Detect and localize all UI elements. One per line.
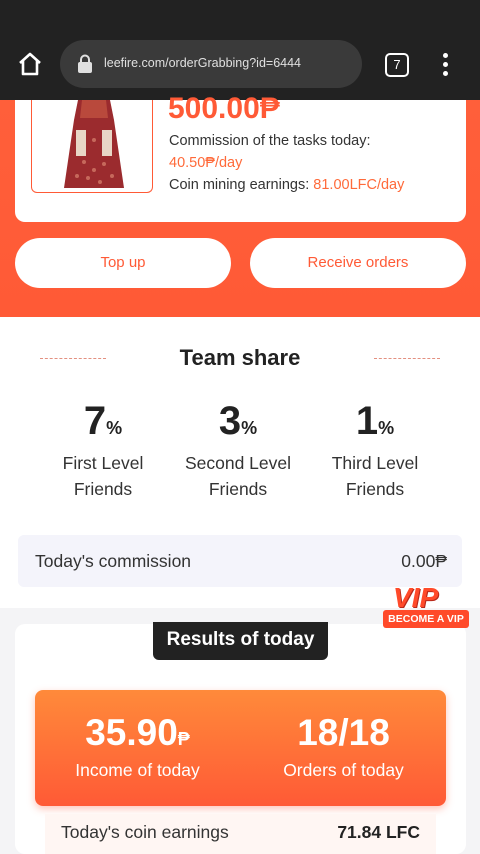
mining-earnings: Coin mining earnings: 81.00LFC/day (169, 177, 404, 193)
order-header: 500.00₱ Commission of the tasks today: 4… (0, 92, 480, 317)
commission-label: Today's commission (35, 551, 192, 571)
results-section: Results of today 35.90₱ Income of today … (15, 622, 466, 854)
second-level-share: 3% Second Level Friends (163, 399, 313, 502)
receive-orders-button[interactable]: Receive orders (250, 238, 466, 288)
level-label: Second Level (184, 453, 292, 473)
product-image (31, 100, 153, 193)
address-bar[interactable]: leefire.com/orderGrabbing?id=6444 (60, 40, 362, 88)
percent-unit: % (241, 418, 258, 438)
level-label: Friends (208, 479, 268, 499)
orders-value: 18/18 (297, 712, 390, 753)
become-vip-badge[interactable]: VIP BECOME A VIP (383, 582, 471, 634)
coin-earnings-label: Today's coin earnings (61, 822, 229, 842)
product-card: 500.00₱ Commission of the tasks today: 4… (15, 92, 466, 222)
level-label: First Level (62, 453, 144, 473)
mining-value: 81.00LFC/day (313, 177, 405, 193)
mining-label: Coin mining earnings: (169, 177, 314, 193)
first-level-share: 7% First Level Friends (28, 399, 178, 502)
coin-earnings-row: Today's coin earnings 71.84 LFC (45, 814, 436, 854)
product-price: 500.00₱ (168, 92, 280, 125)
income-label: Income of today (75, 760, 200, 780)
percent-unit: % (106, 418, 123, 438)
income-of-today: 35.90₱ Income of today (35, 712, 240, 781)
commission-value: 40.50₱/day (169, 155, 243, 171)
browser-toolbar: leefire.com/orderGrabbing?id=6444 7 (0, 0, 480, 100)
team-share-section: Team share 7% First Level Friends 3% Seco… (0, 317, 480, 608)
tab-switcher-button[interactable]: 7 (385, 53, 409, 77)
orders-label: Orders of today (283, 760, 404, 780)
commission-label: Commission of the tasks today: (169, 133, 371, 149)
currency-unit: ₱ (177, 729, 190, 749)
level-label: Friends (73, 479, 133, 499)
home-icon[interactable] (16, 50, 44, 78)
income-value: 35.90 (85, 712, 178, 753)
results-title: Results of today (153, 622, 328, 660)
coin-earnings-value: 71.84 LFC (337, 822, 420, 842)
share-percent: 1 (355, 399, 379, 443)
commission-amount: 0.00₱ (401, 551, 447, 571)
lock-icon (78, 54, 92, 73)
todays-commission-row: Today's commission 0.00₱ (18, 535, 462, 587)
third-level-share: 1% Third Level Friends (300, 399, 450, 502)
share-percent: 7 (83, 399, 107, 443)
url-text: leefire.com/orderGrabbing?id=6444 (104, 56, 301, 70)
top-up-button[interactable]: Top up (15, 238, 231, 288)
level-label: Friends (345, 479, 405, 499)
more-menu-icon[interactable] (440, 53, 450, 77)
results-summary: 35.90₱ Income of today 18/18 Orders of t… (35, 690, 446, 806)
become-vip-button[interactable]: BECOME A VIP (383, 610, 469, 628)
percent-unit: % (378, 418, 395, 438)
share-percent: 3 (218, 399, 242, 443)
divider (374, 358, 440, 359)
level-label: Third Level (331, 453, 419, 473)
orders-of-today: 18/18 Orders of today (241, 712, 446, 781)
